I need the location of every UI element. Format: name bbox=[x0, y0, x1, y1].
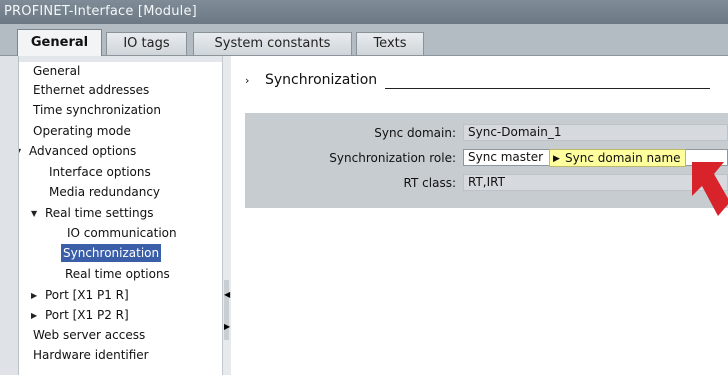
sync-domain-field[interactable]: Sync-Domain_1 bbox=[463, 124, 728, 141]
window-title: PROFINET-Interface [Module] bbox=[0, 0, 728, 24]
tab-texts[interactable]: Texts bbox=[356, 32, 424, 55]
nav-item-real-time-settings[interactable]: ▼ Real time settings bbox=[31, 204, 155, 222]
nav-item-general[interactable]: General bbox=[31, 62, 82, 80]
collapsed-triangle-icon[interactable]: ▶ bbox=[31, 287, 43, 305]
nav-item-interface-options[interactable]: Interface options bbox=[47, 163, 153, 181]
nav-item-label: Media redundancy bbox=[49, 185, 161, 199]
nav-item-label: Real time options bbox=[65, 267, 170, 281]
red-arrow-icon bbox=[692, 162, 728, 216]
nav-item-label: Interface options bbox=[49, 165, 151, 179]
nav-item-operating-mode[interactable]: Operating mode bbox=[31, 122, 133, 140]
nav-item-real-time-options[interactable]: Real time options bbox=[63, 265, 172, 283]
tab-general[interactable]: General bbox=[17, 29, 102, 56]
nav-item-label: Web server access bbox=[33, 328, 146, 342]
nav-item-label: Hardware identifier bbox=[33, 348, 149, 362]
section-title: Synchronization bbox=[265, 72, 378, 88]
nav-item-port-x1-p1[interactable]: ▶ Port [X1 P1 R] bbox=[31, 286, 131, 304]
nav-item-ethernet-addresses[interactable]: Ethernet addresses bbox=[31, 81, 151, 99]
section-divider bbox=[385, 88, 710, 89]
nav-item-label: Ethernet addresses bbox=[33, 83, 150, 97]
chevron-right-icon[interactable]: › bbox=[245, 74, 265, 87]
property-navigation-tree: General Ethernet addresses Time synchron… bbox=[19, 62, 222, 375]
nav-item-label: Port [X1 P1 R] bbox=[45, 288, 129, 302]
section-header-synchronization[interactable]: › Synchronization bbox=[245, 72, 377, 88]
rt-class-label: RT class: bbox=[403, 176, 456, 190]
nav-item-label: Time synchronization bbox=[33, 103, 161, 117]
nav-item-label: Port [X1 P2 R] bbox=[45, 308, 129, 322]
nav-item-label: IO communication bbox=[67, 226, 177, 240]
sync-domain-name-tooltip: ▶ Sync domain name bbox=[549, 149, 686, 167]
nav-item-media-redundancy[interactable]: Media redundancy bbox=[47, 183, 162, 201]
nav-item-port-x1-p2[interactable]: ▶ Port [X1 P2 R] bbox=[31, 306, 131, 324]
nav-item-label: Synchronization bbox=[61, 244, 162, 262]
nav-item-web-server-access[interactable]: Web server access bbox=[31, 326, 147, 344]
nav-item-label: Real time settings bbox=[45, 206, 154, 220]
tooltip-pointer-icon: ▶ bbox=[553, 154, 560, 164]
nav-item-label: General bbox=[33, 64, 81, 78]
scrollbar-thumb[interactable] bbox=[224, 280, 229, 340]
rt-class-field[interactable]: RT,IRT bbox=[463, 174, 728, 191]
nav-item-advanced-options[interactable]: ▼Advanced options bbox=[19, 142, 138, 160]
expanded-triangle-icon[interactable]: ▼ bbox=[31, 205, 43, 223]
nav-item-synchronization[interactable]: Synchronization bbox=[61, 244, 162, 262]
expanded-triangle-icon[interactable]: ▼ bbox=[19, 143, 27, 161]
nav-item-label: Operating mode bbox=[33, 124, 131, 138]
tab-strip: General IO tags System constants Texts bbox=[0, 24, 728, 56]
tooltip-text: Sync domain name bbox=[565, 151, 681, 165]
left-margin bbox=[0, 56, 19, 375]
tab-system-constants[interactable]: System constants bbox=[193, 32, 352, 55]
expand-right-icon[interactable]: ▶ bbox=[224, 322, 230, 331]
nav-item-hardware-identifier[interactable]: Hardware identifier bbox=[31, 346, 151, 364]
nav-item-label: Advanced options bbox=[29, 144, 137, 158]
sync-domain-label: Sync domain: bbox=[374, 126, 456, 140]
collapse-left-icon[interactable]: ◀ bbox=[224, 290, 230, 299]
tab-io-tags[interactable]: IO tags bbox=[106, 32, 187, 55]
nav-item-io-communication[interactable]: IO communication bbox=[65, 224, 179, 242]
collapsed-triangle-icon[interactable]: ▶ bbox=[31, 307, 43, 325]
sync-role-label: Synchronization role: bbox=[329, 151, 456, 165]
nav-item-time-synchronization[interactable]: Time synchronization bbox=[31, 101, 163, 119]
properties-content-panel bbox=[231, 56, 728, 375]
